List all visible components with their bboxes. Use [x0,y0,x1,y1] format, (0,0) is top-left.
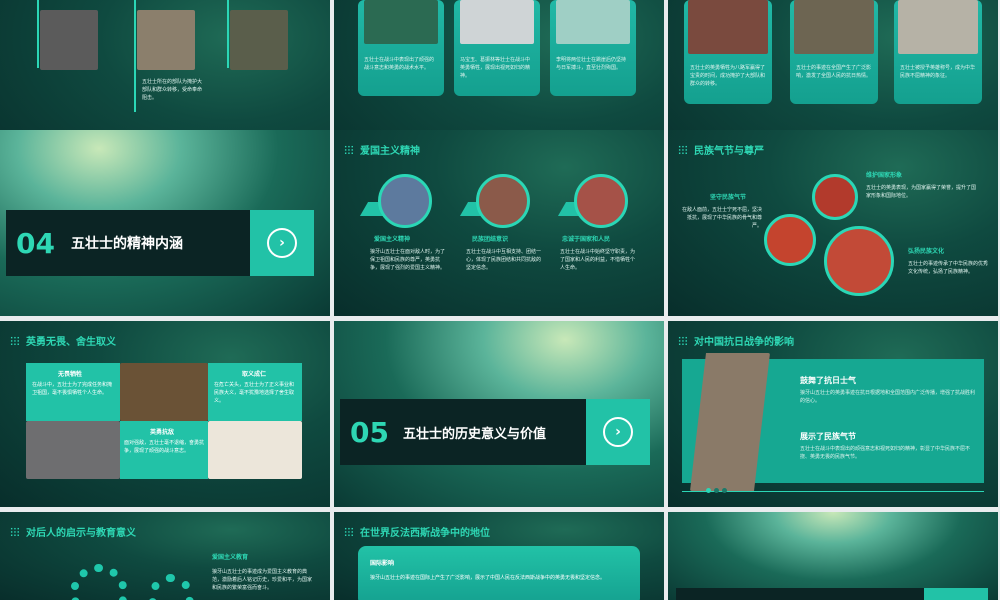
card-text: 五壮士的英勇牺牲为八路军赢得了宝贵的时间，成功掩护了大部队和群众的转移。 [690,65,766,87]
photo-circle [476,174,530,228]
item-text: 狼牙山五壮士的事迹成为爱国主义教育的典范，激励着后人铭记历史，珍爱和平，为国家和… [212,569,313,591]
accent-line [37,0,39,68]
col-label: 忠诚于国家和人民 [562,236,611,243]
photo-handwriting [208,421,302,479]
card-text: 五壮士的事迹在全国产生了广泛影响，激发了全国人民的抗日热情。 [796,65,872,79]
col-text: 五壮士在战斗中始终坚守职责，为了国家和人民的利益，不惜牺牲个人生命。 [560,249,636,271]
section-band [676,588,926,600]
photo-calligraphy [120,363,208,421]
photo-2 [137,10,195,70]
slide-header: 对中国抗日战争的影响 [678,333,794,348]
item-label: 展示了民族气节 [800,432,856,441]
text-block: 五壮士所在的部队为掩护大部队和群众转移，受命奉命阻击。 [142,79,203,101]
item-text: 五壮士的英勇表现，为国家赢得了荣誉，提升了国家形象和国际地位。 [866,185,977,199]
card-text: 马宝玉、葛振林等壮士在战斗中英勇牺牲，展现出视死如归的精神。 [460,57,531,79]
slide-thumb-8[interactable]: 05 五壮士的历史意义与价值 › [334,321,664,507]
slide-thumb-9[interactable]: 对中国抗日战争的影响 鼓舞了抗日士气 狼牙山五壮士的英勇事迹在抗日根据地和全国范… [668,321,998,507]
chevron-right-icon: › [603,417,633,447]
cell-text: 在战斗中，五壮士为了完成任务和掩卫祖国，毫不畏惧牺牲个人生命。 [32,382,113,396]
col-text: 五壮士在战斗中互相支持、团结一心，体现了民族团结和共同抗敌的坚定信念。 [466,249,542,271]
photo-circle [812,174,858,220]
accent-line [227,0,229,68]
slide-thumb-12[interactable] [668,512,998,600]
item-text: 五壮士的事迹传承了中华民族的优秀文化传统，弘扬了民族精神。 [908,261,989,275]
photo-classroom-teacher [364,0,438,44]
section-number: 05 [350,415,389,449]
slide-header: 英勇无畏、舍生取义 [10,333,116,348]
item-label: 坚守民族气节 [710,194,747,201]
photo-building [794,0,874,54]
gear-icon [70,564,128,600]
col-label: 民族团结意识 [472,236,509,243]
photo-classroom [898,0,978,54]
item-label: 鼓舞了抗日士气 [800,376,856,385]
photo-monument [26,421,120,479]
photo-classroom-student [556,0,630,44]
content-panel [358,546,640,600]
next-arrow-button[interactable]: › [250,210,314,276]
cell-label: 英勇抗敌 [150,429,175,436]
item-label: 弘扬民族文化 [908,248,945,255]
accent-line [134,0,136,112]
slide-thumb-7[interactable]: 英勇无畏、舍生取义 无畏牺牲 在战斗中，五壮士为了完成任务和掩卫祖国，毫不畏惧牺… [0,321,330,507]
cell-text: 面对强敌，五壮士毫不退缩，奋勇抗争，展现了顽强的战斗意志。 [124,440,205,454]
dots-icon [678,144,688,155]
photo-circle [824,226,894,296]
item-label: 爱国主义教育 [212,554,249,561]
item-text: 五壮士在战斗中表现出的顽强意志和视死如归的精神，彰显了中华民族不屈不挠、英勇无畏… [800,446,971,460]
item-text: 在敌人面前，五壮士宁死不屈，坚决抵抗，展现了中华民族的骨气和尊严。 [681,207,762,229]
section-title: 五壮士的精神内涵 [70,236,183,252]
pagination-dots[interactable] [706,488,727,493]
item-text: 狼牙山五壮士的英勇事迹在抗日根据地和全国范围内广泛传播，增强了抗战胜利的信心。 [800,390,976,404]
slide-thumb-6[interactable]: 民族气节与尊严 坚守民族气节 在敌人面前，五壮士宁死不屈，坚决抵抗，展现了中华民… [668,130,998,316]
slide-header: 民族气节与尊严 [678,142,764,157]
slide-header: 爱国主义精神 [344,142,420,157]
slide-thumb-4[interactable]: 04 五壮士的精神内涵 › [0,130,330,316]
photo-circle [574,174,628,228]
photo-circle [378,174,432,228]
photo-portraits [688,0,768,54]
slide-thumb-11[interactable]: 在世界反法西斯战争中的地位 国际影响 狼牙山五壮士的事迹在国际上产生了广泛影响，… [334,512,664,600]
cell-label: 无畏牺牲 [58,371,83,378]
item-text: 狼牙山五壮士的事迹在国际上产生了广泛影响，展示了中国人民在反法西斯战争中的英勇无… [370,575,606,581]
dots-icon [10,526,20,537]
photo-3 [230,10,288,70]
section-band: 04 五壮士的精神内涵 [6,210,252,276]
item-label: 维护国家形象 [866,172,903,179]
dots-icon [10,335,20,346]
col-label: 爱国主义精神 [374,236,411,243]
photo-1 [40,10,98,70]
gear-icon [148,574,194,600]
slide-thumb-10[interactable]: 对后人的启示与教育意义 爱国主义教育 狼牙山五壮士的事迹成为爱国主义教育的典范，… [0,512,330,600]
next-arrow-button[interactable]: › [586,399,650,465]
chevron-right-icon: › [267,228,297,258]
item-label: 国际影响 [370,560,395,567]
section-title: 五壮士的历史意义与价值 [402,426,546,442]
slide-thumb-5[interactable]: 爱国主义精神 爱国主义精神 民族团结意识 忠诚于国家和人民 狼牙山五壮士在面对敌… [334,130,664,316]
progress-line [682,491,984,492]
slide-header: 对后人的启示与教育意义 [10,524,136,539]
card-text: 李明将两位壮士在跳崖后仍坚持与日军搏斗，直至壮烈殉国。 [556,57,627,71]
card-text: 五壮士被授予英雄称号，成为中华民族不屈精神的象征。 [900,65,976,79]
dots-icon [344,526,354,537]
cell-text: 在危亡关头，五壮士为了正义事业和民族大义，毫不犹豫地选择了舍生取义。 [214,382,295,404]
col-text: 狼牙山五壮士在面对敌人时，为了保卫祖国和民族的尊严，英勇抗争，展现了强烈的爱国主… [370,249,446,271]
dots-icon [678,335,688,346]
photo-circle [764,214,816,266]
dots-icon [344,144,354,155]
section-band: 05 五壮士的历史意义与价值 [340,399,588,465]
section-number: 04 [16,226,55,260]
slide-header: 在世界反法西斯战争中的地位 [344,524,490,539]
accent-block [924,588,988,600]
cell-label: 取义成仁 [242,371,267,378]
card-text: 五壮士在战斗中表现出了顽强的战斗意志和英勇的战术水平。 [364,57,435,71]
photo-classroom-desks [460,0,534,44]
